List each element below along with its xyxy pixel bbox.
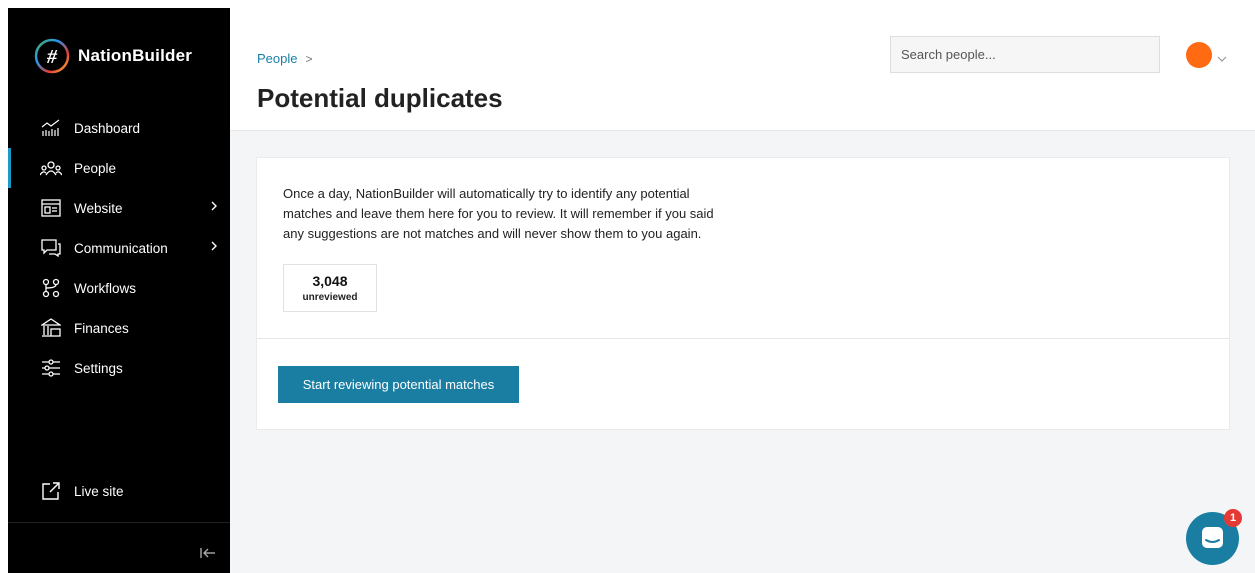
unreviewed-count: 3,048	[312, 273, 348, 289]
live-site-link[interactable]: Live site	[40, 480, 124, 502]
avatar[interactable]	[1186, 42, 1212, 68]
sidebar-item-label: Communication	[74, 240, 168, 256]
unreviewed-label: unreviewed	[302, 292, 358, 303]
sidebar-divider	[8, 522, 230, 523]
brand[interactable]: # NationBuilder	[34, 38, 192, 74]
unreviewed-count-box: 3,048 unreviewed	[283, 264, 377, 312]
sidebar-item-settings[interactable]: Settings	[8, 348, 230, 388]
sidebar-item-label: People	[74, 160, 117, 176]
sidebar: # NationBuilder Dashboard People Website…	[8, 8, 230, 573]
sliders-icon	[40, 357, 62, 379]
svg-text:#: #	[46, 46, 58, 68]
breadcrumb-separator: >	[305, 51, 313, 66]
breadcrumb: People >	[257, 51, 313, 66]
sidebar-item-dashboard[interactable]: Dashboard	[8, 108, 230, 148]
sidebar-item-workflows[interactable]: Workflows	[8, 268, 230, 308]
page-header: People > Potential duplicates	[230, 8, 1255, 131]
chart-icon	[40, 117, 62, 139]
sidebar-item-label: Workflows	[74, 280, 137, 296]
collapse-sidebar-icon[interactable]	[200, 546, 216, 564]
breadcrumb-people-link[interactable]: People	[257, 51, 297, 66]
start-reviewing-button[interactable]: Start reviewing potential matches	[278, 366, 519, 403]
duplicates-card: Once a day, NationBuilder will automatic…	[256, 157, 1230, 430]
website-icon	[40, 197, 62, 219]
sidebar-item-label: Website	[74, 200, 123, 216]
card-divider	[257, 338, 1229, 339]
live-site-label: Live site	[74, 483, 124, 499]
sidebar-item-people[interactable]: People	[8, 148, 230, 188]
sidebar-item-label: Settings	[74, 360, 123, 376]
sidebar-item-label: Finances	[74, 320, 129, 336]
description-text: Once a day, NationBuilder will automatic…	[283, 186, 714, 241]
external-link-icon	[40, 480, 62, 502]
search-input[interactable]	[890, 36, 1160, 73]
nationbuilder-logo-icon: #	[34, 38, 70, 74]
workflow-icon	[40, 277, 62, 299]
chevron-right-icon	[210, 200, 218, 215]
chevron-down-icon[interactable]	[1217, 50, 1227, 68]
main-content: Once a day, NationBuilder will automatic…	[230, 131, 1255, 573]
sidebar-nav: Dashboard People Website Communication W…	[8, 108, 230, 388]
sidebar-item-communication[interactable]: Communication	[8, 228, 230, 268]
chevron-right-icon	[210, 240, 218, 255]
brand-name: NationBuilder	[78, 46, 193, 65]
sidebar-item-finances[interactable]: Finances	[8, 308, 230, 348]
finances-icon	[40, 317, 62, 339]
people-icon	[40, 157, 62, 179]
chat-bubbles-icon	[40, 237, 62, 259]
page-title: Potential duplicates	[257, 83, 503, 113]
sidebar-item-label: Dashboard	[74, 120, 141, 136]
chat-notification-badge: 1	[1224, 509, 1242, 527]
sidebar-item-website[interactable]: Website	[8, 188, 230, 228]
